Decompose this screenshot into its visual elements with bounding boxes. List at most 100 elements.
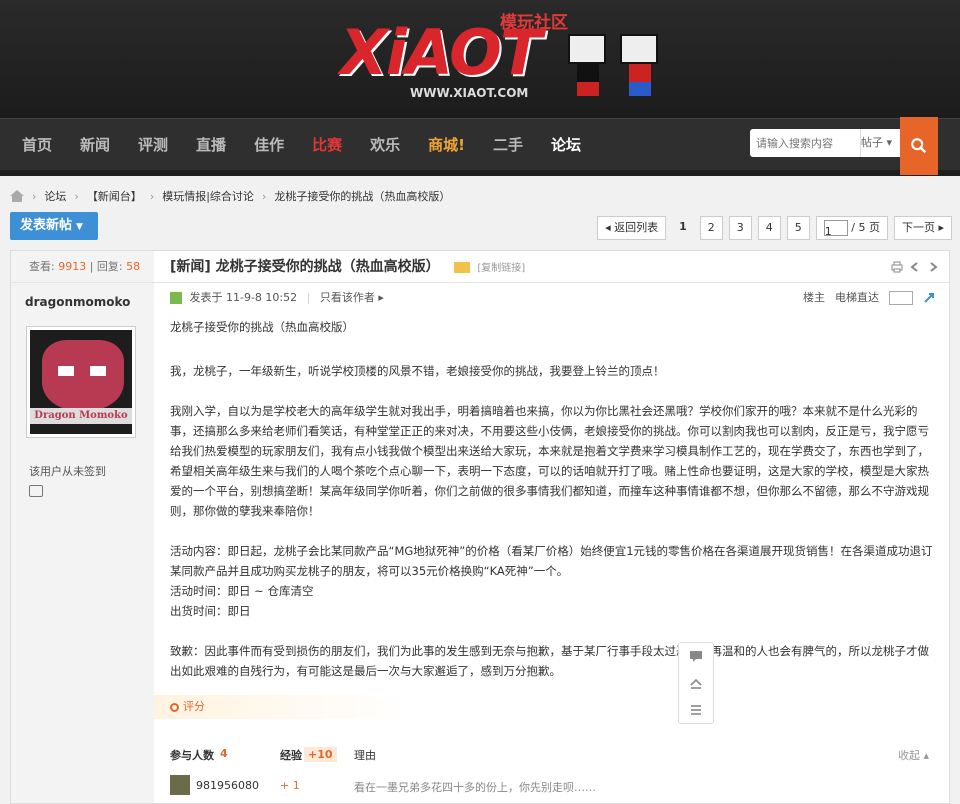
only-author-link[interactable]: 只看该作者 ▸	[320, 291, 384, 304]
nav-home[interactable]: 首页	[22, 119, 52, 171]
post-card: 查看: 9913 | 回复: 58 dragonmomoko Dragon Mo…	[10, 250, 950, 804]
search-scope-select[interactable]: 帖子 ▾	[860, 129, 900, 157]
title-tools	[891, 251, 939, 273]
participants-label: 参与人数	[170, 749, 214, 762]
breadcrumb: › 论坛 › 【新闻台】 › 模玩情报|综合讨论 › 龙桃子接受你的挑战（热血高…	[10, 188, 450, 204]
next-page-button[interactable]: 下一页 ▸	[893, 216, 952, 240]
post-paragraph: 我，龙桃子，一年级新生，听说学校顶楼的风景不错，老娘接受你的挑战，我要登上铃兰的…	[170, 364, 665, 378]
rating-row: 981956080 + 1 看在一墨兄弟多花四十多的份上，你先别走呗……	[154, 773, 934, 799]
post-paragraph: 龙桃子接受你的挑战（热血高校版）	[170, 320, 354, 334]
content-area: › 论坛 › 【新闻台】 › 模玩情报|综合讨论 › 龙桃子接受你的挑战（热血高…	[0, 176, 960, 804]
avatar[interactable]: Dragon Momoko	[26, 326, 136, 438]
nav-secondhand[interactable]: 二手	[493, 119, 523, 171]
reason-label: 理由	[354, 749, 376, 762]
search-input[interactable]	[750, 129, 860, 157]
main-navbar: 首页 新闻 评测 直播 佳作 比赛 欢乐 商城! 二手 论坛 帖子 ▾	[0, 117, 960, 175]
exp-label: 经验	[280, 749, 302, 762]
avatar-text: Dragon Momoko	[30, 408, 132, 424]
floating-toolbar	[678, 642, 714, 724]
copy-link[interactable]: [复制链接]	[477, 263, 525, 274]
author-name[interactable]: dragonmomoko	[11, 283, 154, 309]
print-icon[interactable]	[891, 261, 903, 273]
mascot-blue-icon	[620, 34, 660, 100]
top-banner: 模玩社区 XiAOT WWW.XIAOT.COM	[0, 0, 960, 118]
post-body: 龙桃子接受你的挑战（热血高校版） 我，龙桃子，一年级新生，听说学校顶楼的风景不错…	[154, 313, 949, 681]
comment-icon[interactable]	[689, 649, 703, 663]
post-paragraph: 我刚入学，自以为是学校老大的高年级学生就对我出手，明着搞暗着也来搞，你以为你比黑…	[170, 404, 929, 518]
page-total: / 5 页	[851, 221, 880, 234]
post-meta: 发表于 11-9-8 10:52 | 只看该作者 ▸ 楼主 电梯直达	[154, 283, 949, 313]
nav-reviews[interactable]: 评测	[138, 119, 168, 171]
logo-url: WWW.XIAOT.COM	[410, 86, 529, 100]
mascot-white-icon	[568, 34, 608, 100]
checkin-icon	[29, 485, 43, 497]
breadcrumb-board[interactable]: 模玩情报|综合讨论	[162, 188, 254, 204]
post-paragraph: 活动时间：即日 ~ 仓库清空	[170, 584, 314, 598]
rater-avatar[interactable]	[170, 775, 190, 795]
jump-label: 电梯直达	[835, 291, 879, 304]
rater-name[interactable]: 981956080	[196, 779, 259, 792]
page-2[interactable]: 2	[699, 216, 723, 240]
breadcrumb-newsdesk[interactable]: 【新闻台】	[87, 188, 142, 204]
prev-thread-icon[interactable]	[909, 261, 921, 273]
thread-title-row: [新闻] 龙桃子接受你的挑战（热血高校版） [复制链接]	[154, 251, 949, 283]
rating-label[interactable]: 评分	[183, 700, 205, 713]
replies-label: | 回复:	[89, 260, 123, 273]
nav-forum[interactable]: 论坛	[551, 119, 581, 171]
exp-total: +10	[304, 747, 337, 762]
views-label: 查看:	[29, 260, 55, 273]
new-post-button[interactable]: 发表新帖 ▼	[10, 212, 98, 240]
home-icon[interactable]	[10, 190, 24, 202]
nav-showcase[interactable]: 佳作	[254, 119, 284, 171]
post-paragraph: 致歉：因此事件而有受到损伤的朋友们，我们为此事的发生感到无奈与抱歉，基于某厂行事…	[170, 644, 929, 678]
rating-header: 参与人数 4 经验 +10 理由 收起 ▴	[154, 747, 934, 771]
list-icon[interactable]	[689, 703, 703, 717]
thread-title: [新闻] 龙桃子接受你的挑战（热血高校版）	[170, 259, 440, 275]
breadcrumb-thread[interactable]: 龙桃子接受你的挑战（热血高校版）	[274, 188, 450, 204]
search-icon	[911, 138, 927, 154]
new-post-label: 发表新帖	[20, 218, 73, 233]
floor-label: 楼主	[803, 291, 825, 304]
nav-news[interactable]: 新闻	[80, 119, 110, 171]
page-3[interactable]: 3	[728, 216, 752, 240]
thread-stats: 查看: 9913 | 回复: 58	[11, 251, 154, 283]
checkin-status: 该用户从未签到	[29, 465, 106, 478]
search-button[interactable]	[900, 117, 938, 175]
page-1[interactable]: 1	[672, 216, 694, 240]
rater-exp: + 1	[280, 779, 300, 792]
rating-bar: 评分	[154, 695, 409, 719]
rater-reason: 看在一墨兄弟多花四十多的份上，你先别走呗……	[354, 781, 596, 794]
nav-fun[interactable]: 欢乐	[370, 119, 400, 171]
logo-wordmark: XiAOT	[340, 16, 542, 89]
participants-count: 4	[220, 747, 228, 760]
tag-icon	[453, 262, 470, 273]
online-status-icon	[170, 292, 182, 304]
collapse-link[interactable]: 收起 ▴	[898, 747, 929, 763]
caret-down-icon: ▼	[76, 222, 83, 232]
pagination: ◂ 返回列表 1 2 3 4 5 1 / 5 页 下一页 ▸	[597, 216, 952, 240]
site-logo[interactable]: 模玩社区 XiAOT WWW.XIAOT.COM	[340, 6, 670, 106]
page-jump: 1 / 5 页	[815, 216, 888, 240]
post-paragraph: 出货时间：即日	[170, 604, 251, 618]
post-paragraph: 活动内容：即日起，龙桃子会比某同款产品“MG地狱死神”的价格（看某厂价格）始终便…	[170, 544, 933, 578]
author-sidebar: 查看: 9913 | 回复: 58 dragonmomoko Dragon Mo…	[11, 251, 154, 803]
nav-live[interactable]: 直播	[196, 119, 226, 171]
search-bar: 帖子 ▾	[750, 117, 938, 175]
page-jump-input[interactable]: 1	[823, 220, 848, 238]
rating-icon	[170, 702, 179, 712]
breadcrumb-forum[interactable]: 论坛	[44, 188, 66, 204]
nav-shop[interactable]: 商城!	[428, 119, 465, 171]
back-to-top-icon[interactable]	[689, 676, 703, 690]
page-4[interactable]: 4	[757, 216, 781, 240]
back-to-list-button[interactable]: ◂ 返回列表	[597, 216, 667, 240]
nav-contest[interactable]: 比赛	[312, 119, 342, 171]
replies-count: 58	[126, 260, 141, 273]
post-date: 发表于 11-9-8 10:52	[189, 291, 298, 304]
go-icon[interactable]	[923, 292, 935, 304]
views-count: 9913	[58, 260, 87, 273]
page-5[interactable]: 5	[786, 216, 810, 240]
next-thread-icon[interactable]	[927, 261, 939, 273]
meta-right: 楼主 电梯直达	[803, 283, 935, 313]
nav-items: 首页 新闻 评测 直播 佳作 比赛 欢乐 商城! 二手 论坛	[22, 119, 609, 171]
floor-jump-input[interactable]	[889, 291, 913, 305]
